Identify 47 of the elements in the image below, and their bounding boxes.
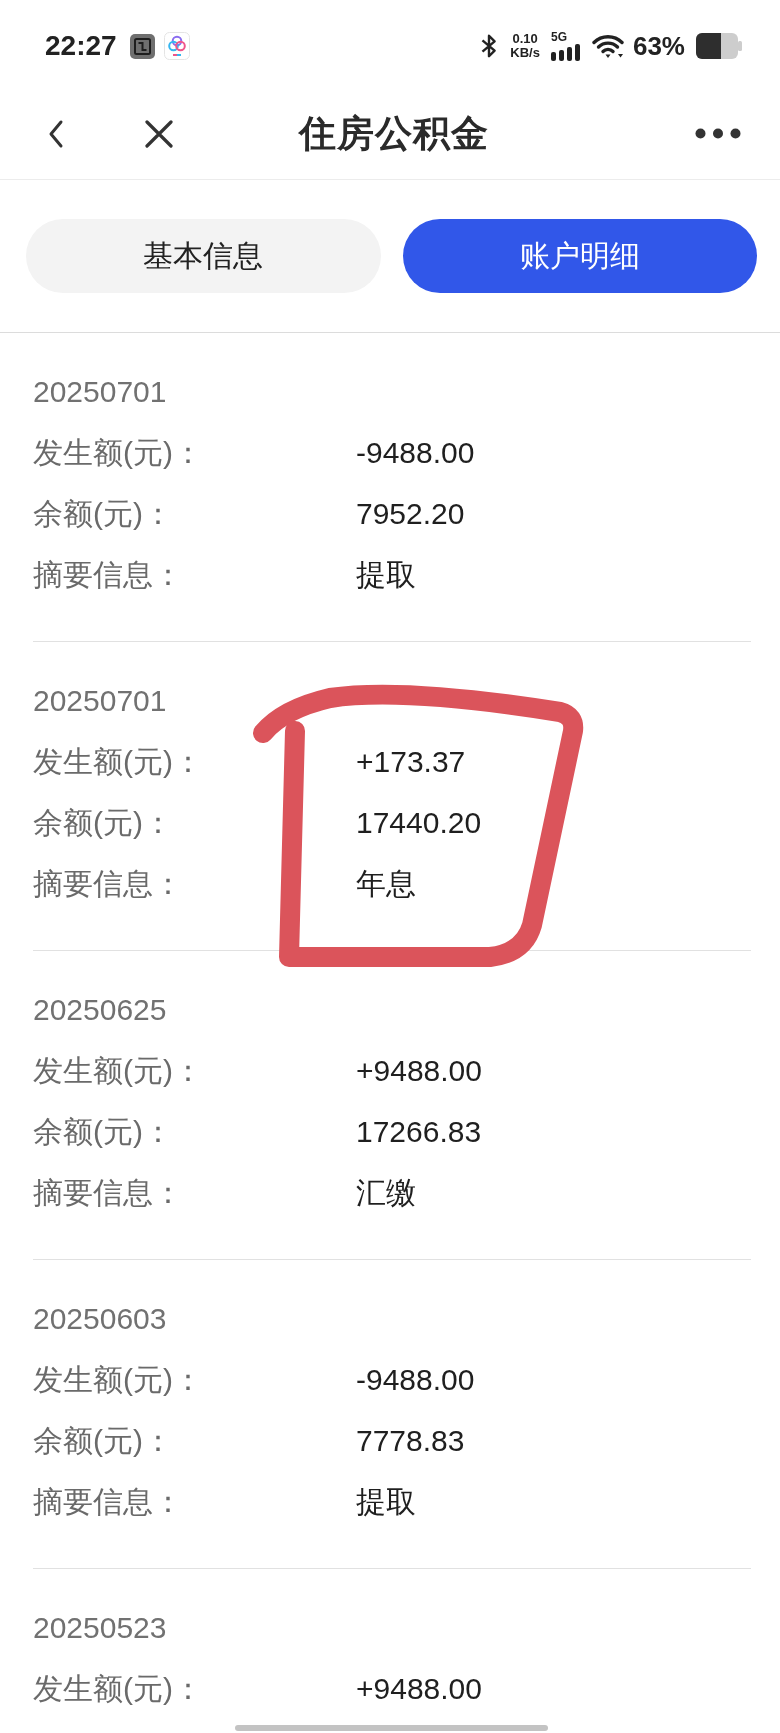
field-label: 发生额(元)： [33,435,204,471]
field-label: 余额(元)： [33,496,174,532]
field-value: +9488.00 [356,1053,482,1089]
battery-icon [696,33,742,59]
network-speed-value: 0.10 [512,32,538,46]
field-value: 提取 [356,557,416,593]
wifi-icon [591,33,624,59]
field-label: 发生额(元)： [33,1053,204,1089]
field-value: 7778.83 [356,1423,465,1459]
field-value: -9488.00 [356,1362,475,1398]
field-label: 摘要信息： [33,1484,184,1520]
field-label: 发生额(元)： [33,1671,204,1707]
tab[interactable]: 基本信息 [26,219,381,293]
clock-time: 22:27 [45,30,117,62]
battery-percent: 63% [632,30,685,62]
close-icon[interactable] [145,119,173,148]
field-label: 摘要信息： [33,1175,184,1211]
rings-app-icon [163,32,190,60]
field-label: 发生额(元)： [33,1362,204,1398]
network-type: 5G [550,31,567,43]
tab[interactable]: 账户明细 [402,219,757,293]
more-icon[interactable] [695,128,741,139]
back-icon[interactable] [47,118,64,149]
record-date: 20250603 [33,1301,168,1337]
field-value: 7952.20 [356,496,465,532]
record-date: 20250523 [33,1610,168,1646]
field-value: -9488.00 [356,435,475,471]
network-speed-unit: KB/s [510,46,540,60]
field-value: +9488.00 [356,1671,482,1707]
field-label: 余额(元)： [33,1423,174,1459]
field-value: 汇缴 [356,1175,416,1211]
page-title: 住房公积金 [299,111,489,156]
field-value: +173.37 [356,744,466,780]
record-date: 20250701 [33,683,168,719]
signal-icon [550,44,581,61]
field-value: 提取 [356,1484,416,1520]
record-date: 20250701 [33,374,168,410]
field-value: 17266.83 [356,1114,482,1150]
record-date: 20250625 [33,992,168,1028]
field-label: 余额(元)： [33,1114,174,1150]
field-label: 发生额(元)： [33,744,204,780]
field-label: 摘要信息： [33,866,184,902]
field-value: 年息 [356,866,416,902]
field-value: 17440.20 [356,805,482,841]
square-app-icon [129,33,155,59]
field-label: 摘要信息： [33,557,184,593]
field-label: 余额(元)： [33,805,174,841]
